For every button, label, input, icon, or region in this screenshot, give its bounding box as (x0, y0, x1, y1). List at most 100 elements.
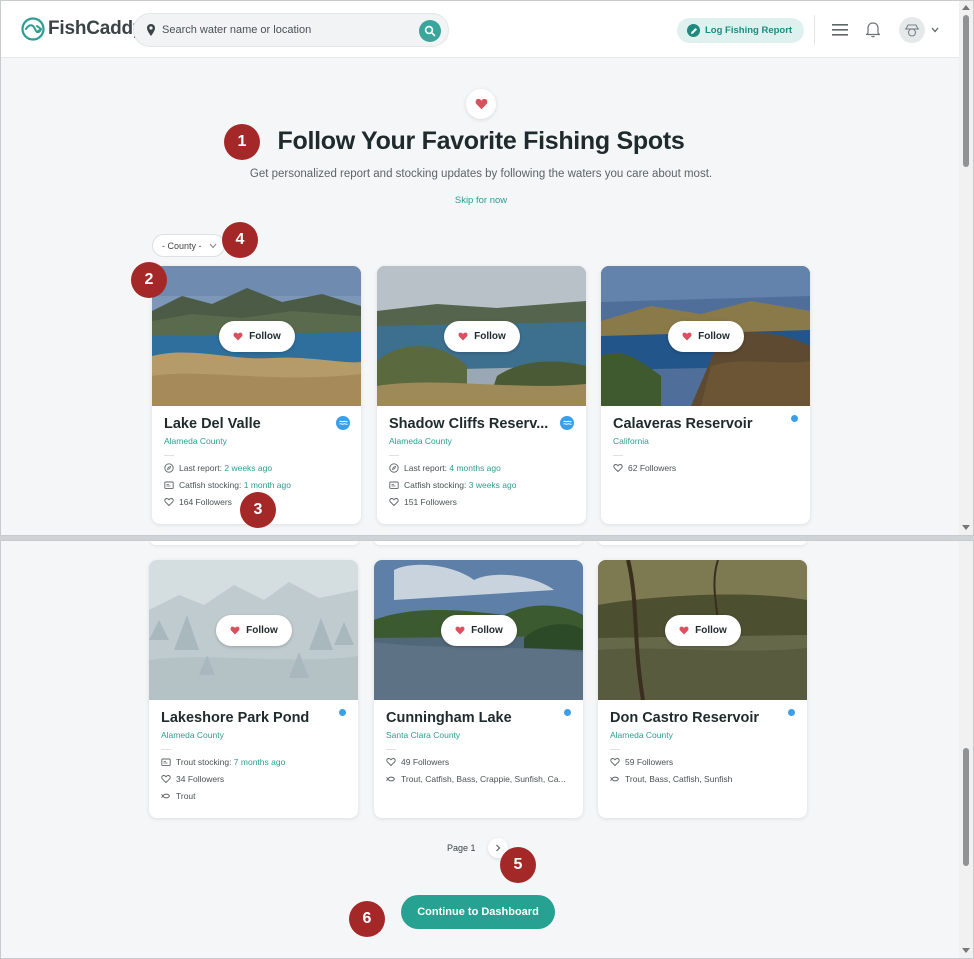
heart-outline-icon (161, 775, 171, 784)
step-marker-3: 3 (240, 492, 276, 528)
search-bar[interactable] (133, 13, 449, 47)
water-card-lakeshore-park-pond[interactable]: Follow Lakeshore Park Pond Alameda Count… (149, 560, 358, 818)
water-name[interactable]: Cunningham Lake (386, 710, 566, 726)
followers-count: 164 Followers (179, 497, 232, 507)
last-report-label: Last report: (179, 463, 225, 473)
water-card-shadow-cliffs[interactable]: Follow Shadow Cliffs Reserv... Alameda C… (377, 266, 586, 524)
water-card-cunningham-lake[interactable]: Follow Cunningham Lake Santa Clara Count… (374, 560, 583, 818)
scrollbar[interactable] (959, 1, 973, 535)
heart-outline-icon (613, 464, 623, 473)
hamburger-menu-icon[interactable] (832, 23, 848, 37)
notification-bell-icon[interactable] (865, 21, 881, 38)
heart-icon (455, 626, 465, 635)
header-divider (814, 15, 815, 45)
page-subtitle: Get personalized report and stocking upd… (249, 168, 713, 180)
heart-outline-icon (610, 758, 620, 767)
chevron-down-icon[interactable] (931, 27, 939, 33)
county-filter-select[interactable]: - County - (152, 234, 225, 257)
top-navigation-bar: FishCaddy Log Fishing Report (1, 1, 961, 58)
follow-label: Follow (695, 625, 727, 636)
species-list: Trout (176, 791, 196, 801)
heart-icon (682, 332, 692, 341)
followers-count: 59 Followers (625, 757, 674, 767)
search-input[interactable] (162, 24, 412, 36)
follow-button[interactable]: Follow (216, 615, 292, 646)
water-county: Alameda County (164, 436, 227, 446)
water-card-calaveras-reservoir[interactable]: Follow Calaveras Reservoir California 62… (601, 266, 810, 524)
follow-button[interactable]: Follow (444, 321, 520, 352)
last-report-value: 4 months ago (449, 463, 501, 473)
county-filter-value: - County - (162, 240, 202, 251)
scroll-down-arrow-icon[interactable] (962, 948, 970, 953)
truck-icon (164, 481, 174, 489)
follow-button[interactable]: Follow (219, 321, 295, 352)
compass-icon (164, 463, 174, 473)
followers-row: 151 Followers (389, 497, 457, 507)
page-indicator: Page 1 (447, 843, 476, 853)
scrollbar-thumb[interactable] (963, 748, 969, 866)
scrollbar[interactable] (959, 541, 973, 958)
last-report-value: 2 weeks ago (224, 463, 273, 473)
followers-count: 49 Followers (401, 757, 450, 767)
follow-button[interactable]: Follow (668, 321, 744, 352)
water-photo: Follow (598, 560, 807, 700)
heart-outline-icon (389, 498, 399, 507)
water-name[interactable]: Don Castro Reservoir (610, 710, 790, 726)
stocking-label: Catfish stocking: (404, 480, 469, 490)
heart-icon (230, 626, 240, 635)
water-name[interactable]: Lakeshore Park Pond (161, 710, 341, 726)
last-report-label: Last report: (404, 463, 450, 473)
placeholder-photo: Follow (149, 560, 358, 700)
water-name[interactable]: Calaveras Reservoir (613, 416, 793, 432)
follow-button[interactable]: Follow (665, 615, 741, 646)
water-county: Alameda County (610, 730, 673, 740)
scroll-up-arrow-icon[interactable] (962, 5, 970, 10)
heart-icon (458, 332, 468, 341)
card-bottom-edge (374, 541, 583, 545)
location-pin-icon (147, 24, 155, 36)
chevron-right-icon (495, 844, 500, 852)
user-avatar[interactable] (899, 17, 925, 43)
followers-count: 62 Followers (628, 463, 677, 473)
heart-badge-icon (466, 89, 496, 119)
continue-to-dashboard-button[interactable]: Continue to Dashboard (401, 895, 555, 929)
status-dot (339, 709, 346, 716)
step-marker-4: 4 (222, 222, 258, 258)
follow-label: Follow (249, 331, 281, 342)
fish-icon (161, 793, 171, 799)
water-name[interactable]: Lake Del Valle (164, 416, 344, 432)
followers-row: 49 Followers (386, 757, 449, 767)
log-fishing-report-label: Log Fishing Report (705, 25, 793, 36)
last-report-row: Last report: 2 weeks ago (164, 463, 272, 473)
stream-icon (336, 416, 350, 430)
skip-for-now-link[interactable]: Skip for now (1, 195, 961, 206)
truck-icon (161, 758, 171, 766)
heart-icon (233, 332, 243, 341)
follow-label: Follow (246, 625, 278, 636)
fisherman-avatar-icon (905, 24, 919, 37)
fishcaddy-logo-icon (21, 17, 45, 41)
log-fishing-report-button[interactable]: Log Fishing Report (677, 18, 805, 43)
followers-count: 151 Followers (404, 497, 457, 507)
fishcaddy-logo[interactable]: FishCaddy (21, 17, 144, 41)
stocking-label: Catfish stocking: (179, 480, 244, 490)
species-list: Trout, Catfish, Bass, Crappie, Sunfish, … (401, 774, 566, 784)
stocking-row: Trout stocking: 7 months ago (161, 757, 285, 767)
followers-row: 34 Followers (161, 774, 224, 784)
stocking-value: 1 month ago (243, 480, 291, 490)
card-divider (389, 455, 399, 456)
stocking-label: Trout stocking: (176, 757, 234, 767)
water-card-lake-del-valle[interactable]: Follow Lake Del Valle Alameda County Las… (152, 266, 361, 524)
step-marker-6: 6 (349, 901, 385, 937)
follow-button[interactable]: Follow (441, 615, 517, 646)
search-button[interactable] (419, 20, 441, 42)
water-card-don-castro-reservoir[interactable]: Follow Don Castro Reservoir Alameda Coun… (598, 560, 807, 818)
scrollbar-thumb[interactable] (963, 15, 969, 167)
water-county: Alameda County (161, 730, 224, 740)
water-county: Santa Clara County (386, 730, 461, 740)
water-name[interactable]: Shadow Cliffs Reserv... (389, 416, 569, 432)
scroll-down-arrow-icon[interactable] (962, 525, 970, 530)
logo-text: FishCaddy (48, 18, 144, 39)
water-county: California (613, 436, 649, 446)
follow-label: Follow (474, 331, 506, 342)
